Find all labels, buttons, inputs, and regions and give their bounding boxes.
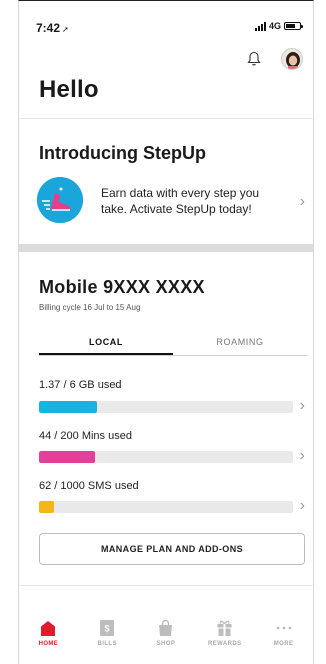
status-time: 7:42 ➚ [36, 21, 69, 35]
signal-icon [254, 21, 266, 31]
shop-bag-icon [158, 617, 173, 639]
data-usage-bar[interactable] [39, 401, 293, 413]
tab-local[interactable]: LOCAL [39, 329, 173, 355]
stepup-shoe-icon[interactable] [37, 177, 83, 223]
greeting-heading: Hello [39, 76, 99, 103]
data-usage-label: 1.37 / 6 GB used [39, 379, 122, 391]
gift-icon [217, 617, 232, 639]
app-frame: 7:42 ➚ 4G Hello Introducing StepUp Earn … [18, 0, 314, 664]
data-chevron-right-icon[interactable]: › [300, 397, 305, 415]
nav-label-more: MORE [273, 641, 294, 647]
bottom-nav: HOME $ BILLS SHOP REWARDS MORE [19, 609, 313, 664]
mins-usage-bar[interactable] [39, 451, 293, 463]
network-type: 4G [268, 21, 281, 31]
nav-label-shop: SHOP [156, 641, 176, 647]
avatar[interactable] [281, 48, 303, 70]
promo-chevron-right-icon[interactable]: › [300, 193, 305, 211]
bell-icon[interactable] [247, 51, 261, 67]
status-right: 4G [254, 21, 303, 31]
home-icon [40, 617, 56, 639]
section-divider [19, 244, 313, 252]
bills-icon: $ [100, 617, 115, 639]
mins-chevron-right-icon[interactable]: › [300, 447, 305, 465]
mobile-number-title: Mobile 9XXX XXXX [39, 277, 205, 297]
nav-bills[interactable]: $ BILLS [78, 609, 137, 664]
header-actions [247, 48, 303, 70]
nav-rewards[interactable]: REWARDS [195, 609, 254, 664]
battery-icon [284, 22, 303, 30]
nav-label-home: HOME [38, 641, 59, 647]
sms-usage-fill [39, 501, 55, 513]
usage-tabs: LOCAL ROAMING [39, 329, 307, 356]
tab-roaming[interactable]: ROAMING [173, 329, 307, 355]
nav-label-rewards: REWARDS [208, 641, 242, 647]
sms-usage-label: 62 / 1000 SMS used [39, 480, 139, 492]
promo-text[interactable]: Earn data with every step you take. Acti… [101, 185, 271, 217]
nav-shop[interactable]: SHOP [137, 609, 196, 664]
svg-text:$: $ [105, 624, 110, 634]
status-bar: 7:42 ➚ 4G [19, 1, 313, 41]
clock-text: 7:42 [36, 21, 61, 35]
nav-more[interactable]: MORE [254, 609, 313, 664]
sms-chevron-right-icon[interactable]: › [300, 497, 305, 515]
mins-usage-label: 44 / 200 Mins used [39, 430, 132, 442]
location-icon: ➚ [62, 25, 69, 34]
manage-plan-button[interactable]: MANAGE PLAN AND ADD-ONS [39, 533, 305, 565]
billing-cycle: Billing cycle 16 Jul to 15 Aug [39, 303, 141, 312]
data-usage-fill [39, 401, 98, 413]
nav-label-bills: BILLS [97, 641, 117, 647]
nav-home[interactable]: HOME [19, 609, 78, 664]
divider [19, 118, 313, 119]
sms-usage-bar[interactable] [39, 501, 293, 513]
promo-title: Introducing StepUp [39, 143, 206, 163]
mins-usage-fill [39, 451, 95, 463]
more-dots-icon [276, 617, 292, 639]
divider [19, 585, 313, 586]
